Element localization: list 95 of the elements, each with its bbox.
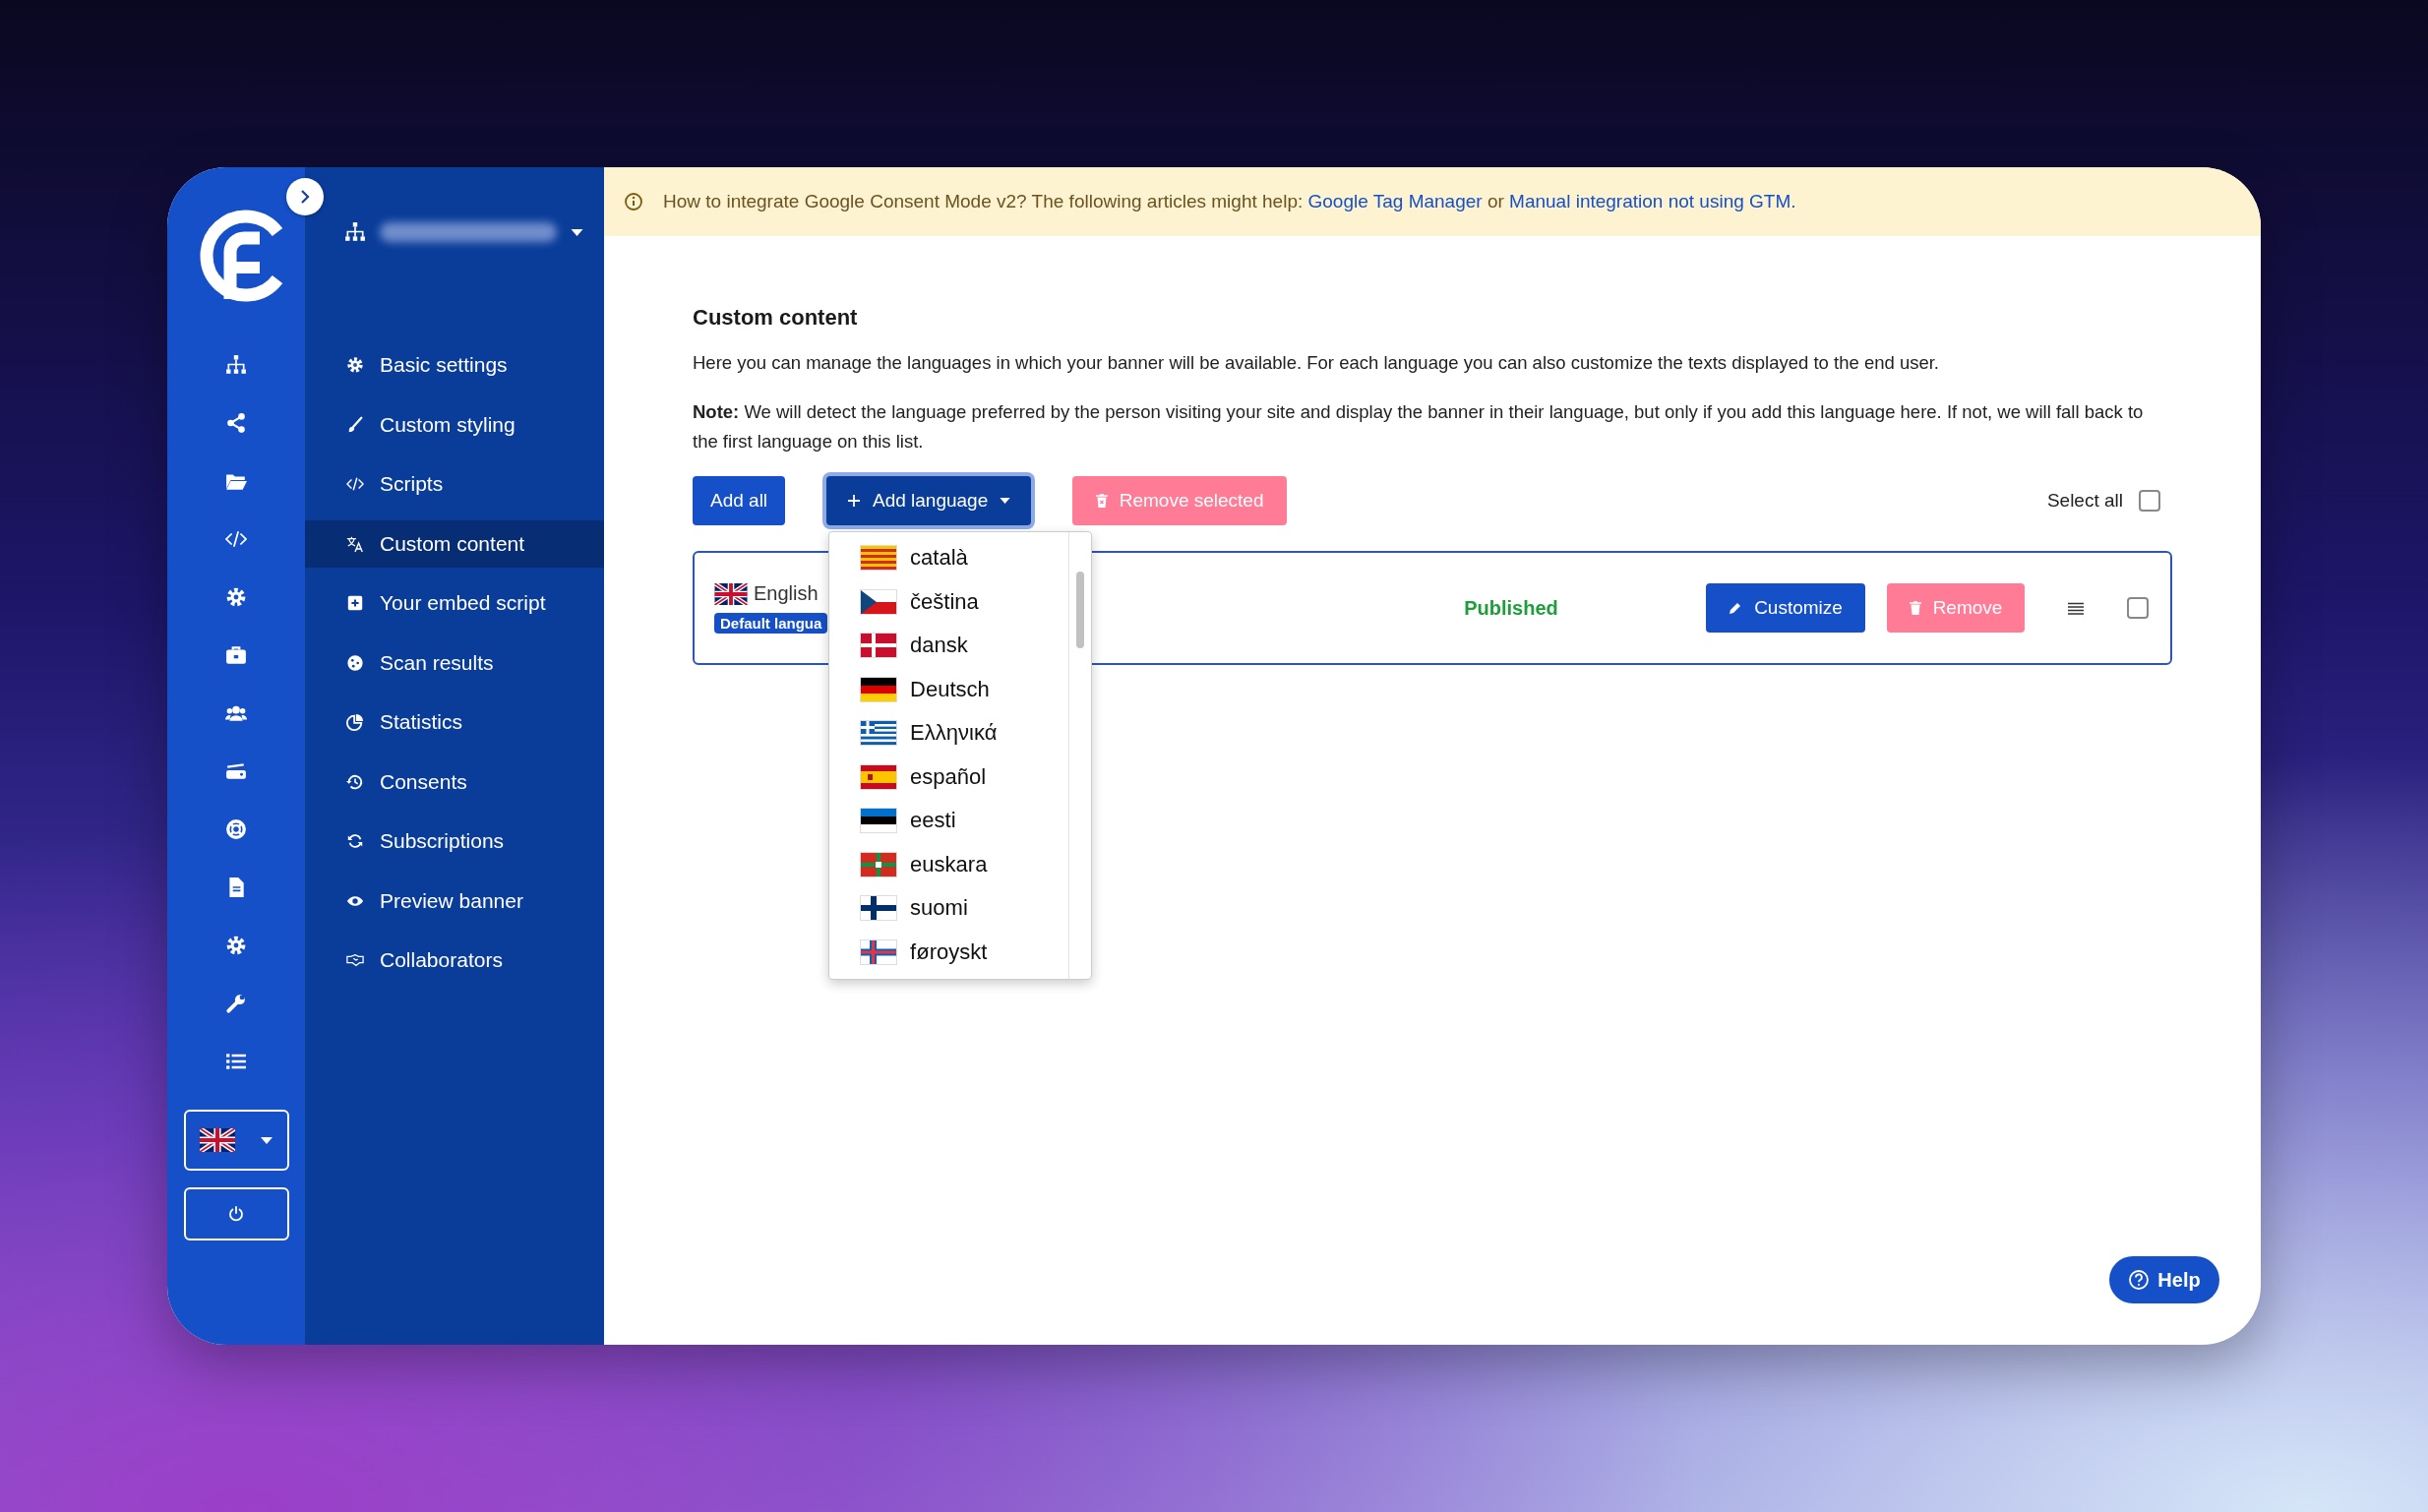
flag-icon xyxy=(861,896,897,921)
flag-icon xyxy=(861,546,897,571)
sidebar-item[interactable]: Statistics xyxy=(305,698,604,746)
language-option[interactable]: čeština xyxy=(829,579,1069,624)
flag-icon xyxy=(861,939,897,964)
sidebar-item-label: Custom content xyxy=(380,531,525,556)
translate-icon xyxy=(346,534,364,553)
code-icon xyxy=(225,528,247,550)
cookie-icon xyxy=(346,653,364,672)
wrench-icon xyxy=(225,993,247,1014)
gear-icon xyxy=(346,356,364,374)
sidebar-item-label: Scripts xyxy=(380,472,444,496)
sidebar-item[interactable]: Consents xyxy=(305,757,604,806)
banner-text: How to integrate Google Consent Mode v2? The following articles might help: Google Tag Manager or Manual integration not using GTM. xyxy=(663,191,1796,212)
article-link[interactable]: Google Tag Manager xyxy=(1307,191,1483,212)
select-all-checkbox[interactable] xyxy=(2139,490,2160,512)
sidebar-item-label: Collaborators xyxy=(380,948,503,972)
language-option[interactable]: eesti xyxy=(829,799,1069,843)
scrollbar-thumb[interactable] xyxy=(1076,572,1085,648)
plus-icon xyxy=(846,494,861,508)
row-checkbox[interactable] xyxy=(2127,597,2149,619)
flag-icon xyxy=(714,582,748,605)
sidebar-item-label: Scan results xyxy=(380,650,494,675)
sidebar-item[interactable]: Scan results xyxy=(305,638,604,687)
select-all-label: Select all xyxy=(2046,490,2123,512)
section-title: Custom content xyxy=(693,305,859,331)
gear-icon xyxy=(225,586,247,608)
briefcase-icon xyxy=(225,644,247,666)
language-option[interactable]: suomi xyxy=(829,886,1069,931)
flag-icon xyxy=(861,589,897,614)
list-icon xyxy=(225,1051,247,1072)
article-link[interactable]: Manual integration not using GTM. xyxy=(1509,191,1796,212)
code-icon xyxy=(346,475,364,493)
language-option[interactable]: euskara xyxy=(829,842,1069,886)
add-all-button[interactable]: Add all xyxy=(693,476,786,525)
pencil-icon xyxy=(1729,601,1743,615)
logout-button[interactable] xyxy=(183,1187,289,1240)
sidebar-item[interactable]: Scripts xyxy=(305,460,604,508)
sitemap-icon xyxy=(225,354,247,376)
sidebar-item-label: Subscriptions xyxy=(380,829,505,853)
gear-icon xyxy=(225,935,247,956)
sidebar-item-label: Preview banner xyxy=(380,888,523,913)
caret-icon xyxy=(261,1136,273,1144)
power-icon xyxy=(228,1206,244,1222)
sidebar-item[interactable]: Collaborators xyxy=(305,937,604,984)
flag-icon xyxy=(861,677,897,701)
caret-icon xyxy=(571,228,583,236)
status-label: Published xyxy=(1464,596,1558,619)
language-option[interactable]: føroyskt xyxy=(829,930,1069,974)
handshake-icon xyxy=(346,951,364,969)
language-option[interactable]: català xyxy=(829,536,1069,580)
lifebuoy-icon xyxy=(225,818,247,840)
brush-icon xyxy=(346,415,364,434)
sidebar-item[interactable]: Basic settings xyxy=(305,341,604,389)
note: Note: We will detect the language preferred by the person visiting your site and display the banner in their language, but only if you add this language here. If not, we will fall back to the first language on this list. xyxy=(693,400,2145,454)
drive-icon xyxy=(225,760,247,782)
language-selector[interactable] xyxy=(183,1110,289,1171)
help-button[interactable]: Help xyxy=(2109,1256,2219,1303)
drag-handle-icon[interactable] xyxy=(2068,601,2084,615)
sidebar-item-label: Consents xyxy=(380,769,467,794)
sidebar-item[interactable]: Custom content xyxy=(305,519,604,568)
flag-icon xyxy=(861,634,897,658)
default-badge: Default langua xyxy=(714,613,828,634)
language-option[interactable]: español xyxy=(829,755,1069,799)
customize-button[interactable]: Customize xyxy=(1706,583,1865,633)
language-option[interactable]: dansk xyxy=(829,624,1069,668)
language-option[interactable]: Ελληνικά xyxy=(829,711,1069,756)
sidebar-item[interactable]: Preview banner xyxy=(305,877,604,925)
sidebar-item-label: Basic settings xyxy=(380,353,508,377)
question-icon xyxy=(2128,1269,2151,1291)
description: Here you can manage the languages in which your banner will be available. For each language you can also customize the texts displayed to the end user. xyxy=(693,351,1940,375)
chevron-right-icon xyxy=(300,189,310,205)
trash-icon xyxy=(1095,494,1108,508)
flag-icon xyxy=(200,1128,235,1152)
language-name: English xyxy=(754,582,819,605)
sidebar-item[interactable]: Subscriptions xyxy=(305,817,604,865)
flag-icon xyxy=(861,721,897,746)
pie-chart-icon xyxy=(346,713,364,731)
flag-icon xyxy=(861,764,897,789)
flag-icon xyxy=(861,809,897,833)
sidebar-item-label: Custom styling xyxy=(380,412,516,437)
sidebar-item-label: Your embed script xyxy=(380,591,546,615)
sidebar-item[interactable]: Custom styling xyxy=(305,400,604,449)
sidebar-item[interactable]: Your embed script xyxy=(305,579,604,627)
flag-icon xyxy=(861,852,897,877)
refresh-icon xyxy=(346,832,364,850)
trash-icon xyxy=(1909,601,1921,615)
info-icon xyxy=(624,192,643,212)
plus-square-icon xyxy=(346,594,364,612)
sitemap-icon xyxy=(344,221,366,243)
caret-icon xyxy=(1000,498,1011,504)
share-icon xyxy=(225,412,247,434)
history-icon xyxy=(346,772,364,791)
sidebar-item-label: Statistics xyxy=(380,710,463,734)
language-option[interactable]: Deutsch xyxy=(829,667,1069,711)
